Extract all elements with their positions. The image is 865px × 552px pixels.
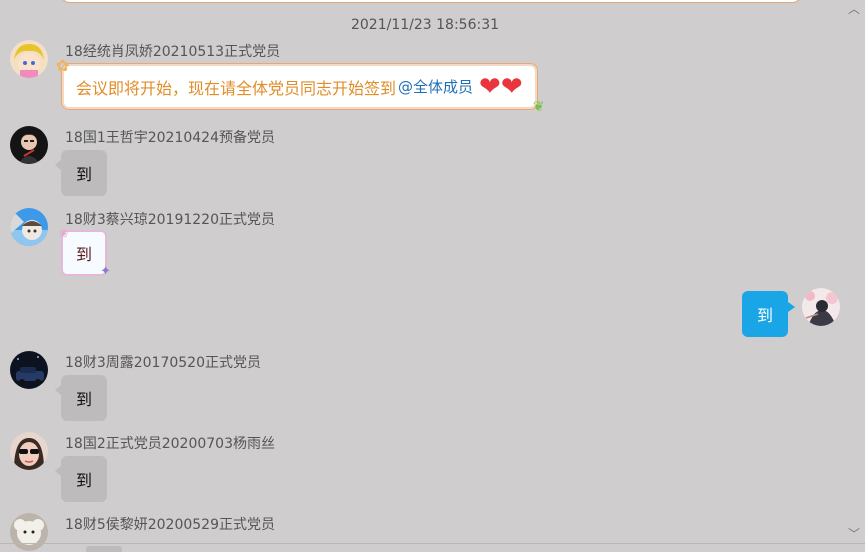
sender-name: 18经统肖凤娇20210513正式党员 — [65, 44, 281, 60]
message-text: 到 — [75, 471, 92, 490]
mention-link[interactable]: @全体成员 — [398, 76, 473, 97]
chevron-up-icon[interactable]: ︿ — [848, 0, 860, 17]
message-bubble[interactable]: ❀ 到 ✦ — [59, 227, 111, 279]
message-text: 会议即将开始，现在请全体党员同志开始签到 — [76, 78, 397, 98]
message-text: 到 — [756, 306, 773, 325]
ribbon-icon: ❀ — [59, 227, 69, 240]
flower-icon: ✿ — [56, 56, 70, 75]
self-message-bubble[interactable]: 到 — [742, 291, 795, 337]
message-timestamp: 2021/11/23 18:56:31 — [350, 17, 500, 33]
chevron-down-icon[interactable]: ﹀ — [848, 525, 860, 542]
message-text: 到 — [75, 390, 92, 409]
message-text: 到 — [75, 165, 92, 184]
message-text: 到 — [75, 245, 92, 264]
avatar[interactable] — [10, 40, 48, 78]
message-bubble[interactable]: 到 — [55, 456, 107, 502]
message-bubble[interactable]: ✿ 会议即将开始，现在请全体党员同志开始签到 @全体成员 ❤❤ ❦ — [56, 56, 545, 115]
cat-icon: ✦ — [100, 264, 111, 279]
scrollbar[interactable]: ︿ ﹀ — [848, 0, 865, 552]
input-divider — [0, 543, 865, 544]
sender-name: 18国2正式党员20200703杨雨丝 — [65, 436, 275, 452]
self-avatar[interactable] — [802, 288, 840, 326]
sender-name: 18财3周露20170520正式党员 — [65, 355, 261, 371]
avatar[interactable] — [10, 432, 48, 470]
message-bubble-partial — [86, 546, 122, 552]
avatar[interactable] — [10, 351, 48, 389]
sender-name: 18国1王哲宇20210424预备党员 — [65, 130, 275, 146]
avatar[interactable] — [10, 208, 48, 246]
avatar[interactable] — [10, 513, 48, 551]
leaf-icon: ❦ — [532, 99, 545, 115]
avatar[interactable] — [10, 126, 48, 164]
message-bubble[interactable]: 到 — [55, 150, 107, 196]
sender-name: 18财5侯黎妍20200529正式党员 — [65, 517, 275, 533]
message-bubble[interactable]: 到 — [55, 375, 107, 421]
previous-message-bubble-edge — [60, 0, 802, 3]
heart-emoji: ❤❤ — [479, 71, 523, 102]
sender-name: 18财3蔡兴琼20191220正式党员 — [65, 212, 275, 228]
